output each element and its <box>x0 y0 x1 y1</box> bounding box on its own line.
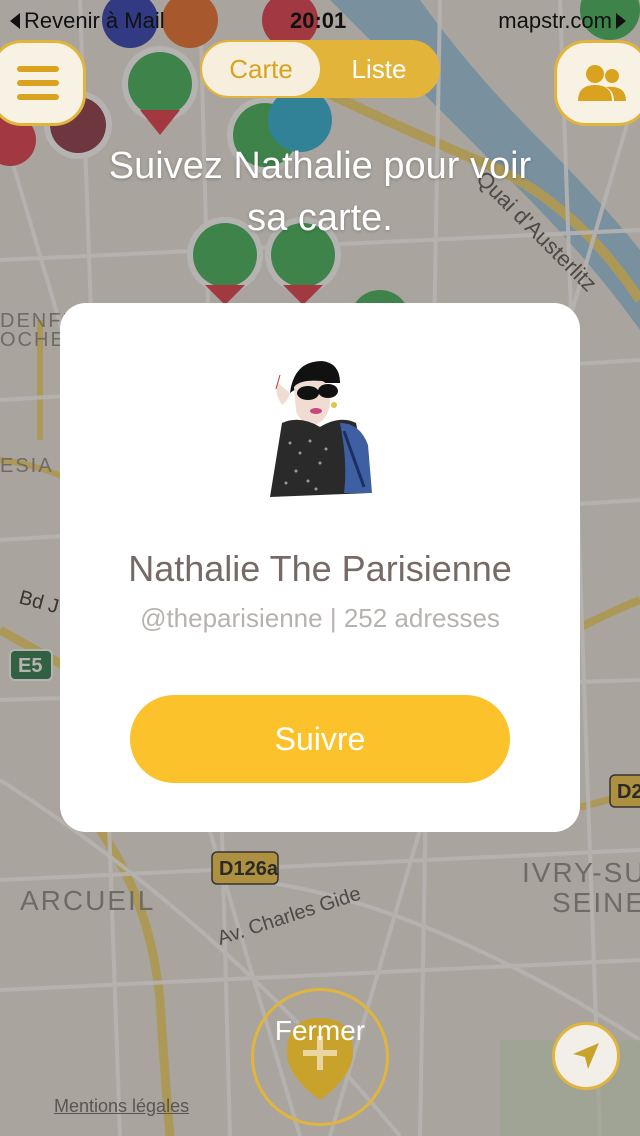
profile-handle: @theparisienne <box>140 603 323 633</box>
forward-site-link[interactable]: mapstr.com <box>498 8 626 34</box>
profile-address-count: 252 adresses <box>343 603 500 633</box>
tab-carte[interactable]: Carte <box>202 42 320 96</box>
locate-me-button[interactable] <box>552 1022 620 1090</box>
status-time: 20:01 <box>290 8 347 33</box>
view-toggle: Carte Liste <box>200 40 440 98</box>
profile-meta: @theparisienne | 252 adresses <box>60 603 580 634</box>
location-arrow-icon <box>573 1043 599 1069</box>
forward-arrow-icon <box>616 13 626 29</box>
people-icon <box>578 65 626 101</box>
meta-separator: | <box>329 603 337 633</box>
follow-button[interactable]: Suivre <box>130 695 510 783</box>
back-to-mail-link[interactable]: Revenir à Mail <box>10 8 165 34</box>
status-bar: Revenir à Mail 20:01 mapstr.com <box>0 0 640 40</box>
profile-card: Nathalie The Parisienne @theparisienne |… <box>60 303 580 832</box>
menu-button[interactable] <box>0 40 86 126</box>
back-arrow-icon <box>10 13 20 29</box>
close-button[interactable]: Fermer <box>220 1015 420 1047</box>
site-label: mapstr.com <box>498 8 612 33</box>
profile-avatar <box>270 361 372 497</box>
tab-liste[interactable]: Liste <box>320 42 438 96</box>
legal-notice-link[interactable]: Mentions légales <box>54 1096 189 1117</box>
friends-button[interactable] <box>554 40 640 126</box>
hamburger-icon <box>17 66 59 100</box>
follow-prompt-headline: Suivez Nathalie pour voir sa carte. <box>108 145 532 239</box>
profile-name: Nathalie The Parisienne <box>128 548 512 589</box>
back-to-mail-label: Revenir à Mail <box>24 8 165 33</box>
